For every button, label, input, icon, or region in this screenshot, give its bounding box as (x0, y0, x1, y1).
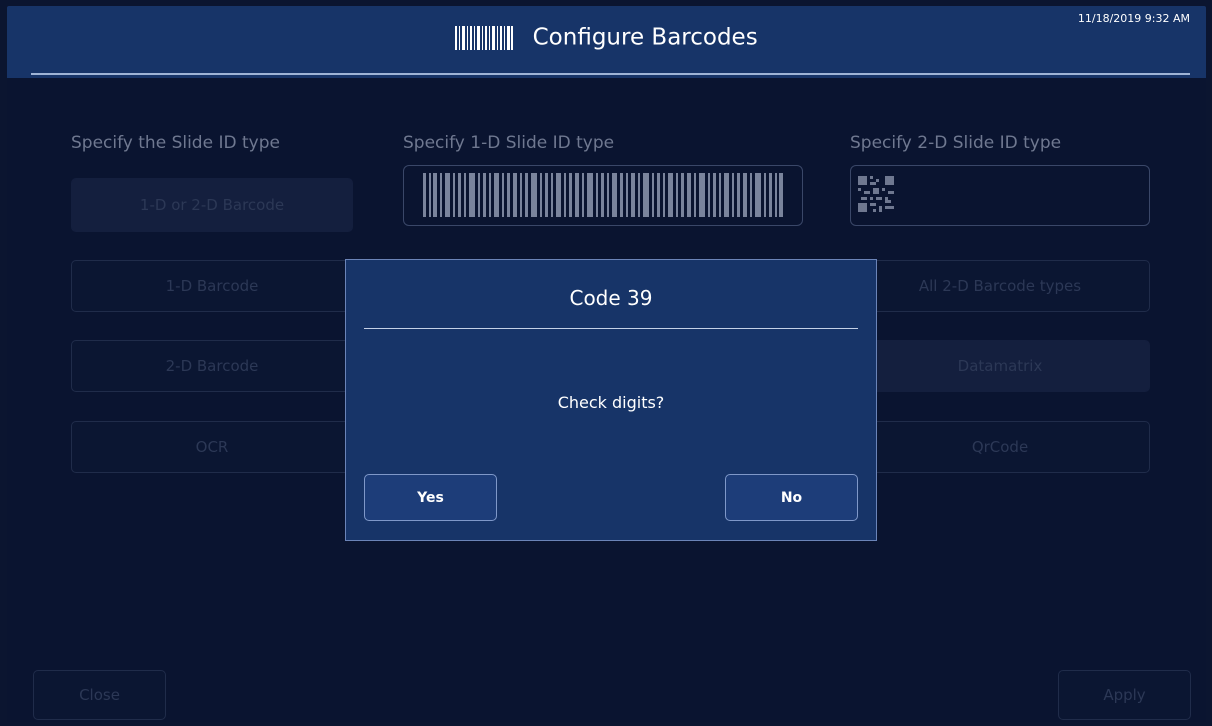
close-button[interactable]: Close (33, 670, 166, 720)
option-1d-or-2d-barcode[interactable]: 1-D or 2-D Barcode (71, 178, 353, 232)
apply-button[interactable]: Apply (1058, 670, 1191, 720)
datetime-display: 11/18/2019 9:32 AM (1077, 12, 1190, 25)
qr-code-icon (858, 176, 894, 212)
option-all-2d-barcode-types[interactable]: All 2-D Barcode types (850, 260, 1150, 312)
yes-button[interactable]: Yes (364, 474, 497, 521)
dialog-message: Check digits? (557, 393, 665, 412)
dialog-title: Code 39 (569, 286, 653, 310)
dialog-divider (364, 328, 858, 329)
one-d-type-heading: Specify 1-D Slide ID type (403, 133, 615, 153)
slide-id-type-heading: Specify the Slide ID type (71, 133, 280, 153)
barcode-icon (455, 25, 514, 50)
no-button[interactable]: No (725, 474, 858, 521)
page-title: Configure Barcodes (7, 24, 1206, 51)
option-ocr[interactable]: OCR (71, 421, 353, 473)
confirm-dialog: Code 39 Check digits? Yes No (345, 259, 877, 541)
option-1d-barcode[interactable]: 1-D Barcode (71, 260, 353, 312)
option-datamatrix[interactable]: Datamatrix (850, 340, 1150, 392)
two-d-type-heading: Specify 2-D Slide ID type (850, 133, 1062, 153)
option-2d-barcode[interactable]: 2-D Barcode (71, 340, 353, 392)
header-divider (31, 73, 1190, 75)
page-title-text: Configure Barcodes (532, 24, 758, 51)
one-d-barcode-preview (403, 165, 803, 226)
header-bar: Configure Barcodes 11/18/2019 9:32 AM (7, 6, 1206, 78)
two-d-barcode-preview (850, 165, 1150, 226)
barcode-icon (423, 173, 783, 217)
option-qrcode[interactable]: QrCode (850, 421, 1150, 473)
